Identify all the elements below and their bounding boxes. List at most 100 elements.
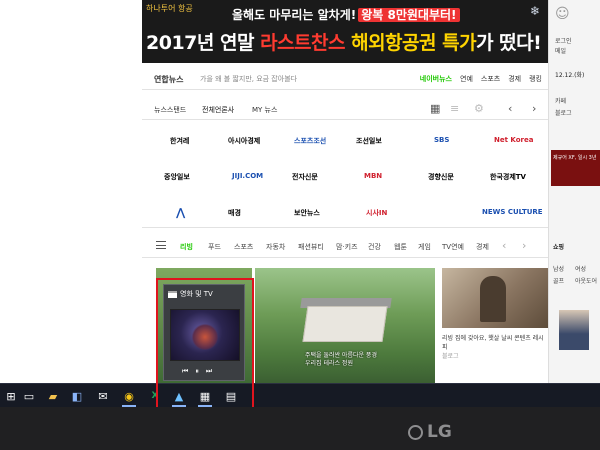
store-icon[interactable]: ◧: [68, 388, 86, 404]
tab-cars[interactable]: 자동차: [266, 242, 285, 252]
logo-sports-chosun[interactable]: 스포츠조선: [294, 136, 326, 146]
ticker-links: 네이버뉴스 연예 스포츠 경제 랭킹: [420, 74, 542, 84]
newsstand-logos: 한겨레 아시아경제 스포츠조선 조선일보 SBS Net Korea 중앙일보 …: [142, 122, 548, 228]
person-figure: [480, 276, 506, 322]
ticker-headline[interactable]: 가을 왜 볼 짧지만, 요금 잡아볼다: [200, 74, 297, 84]
prev-arrow-icon[interactable]: ‹: [508, 102, 512, 115]
windows-start-icon[interactable]: ⊞: [2, 388, 20, 404]
link-naver-news[interactable]: 네이버뉴스: [420, 74, 452, 84]
rc-ad-text: 제규어 XF, 일시 3년: [553, 155, 597, 161]
banner-line2: 2017년 연말 라스트찬스 해외항공권 특가가 떴다!: [146, 28, 542, 55]
logo-newsculture[interactable]: NEWS CULTURE: [482, 208, 543, 216]
tab-living[interactable]: 리빙: [180, 242, 193, 252]
rc-date: 12.12.(화): [555, 72, 585, 79]
logo-a-icon[interactable]: ⋀: [176, 206, 185, 219]
list-view-icon[interactable]: ≡: [450, 102, 459, 115]
rc-mail[interactable]: 메일: [555, 46, 566, 55]
newsstand-all-tab[interactable]: 전체언론사: [202, 105, 234, 115]
lg-logo: LG: [408, 422, 452, 442]
tab-fashion[interactable]: 패션뷰티: [298, 242, 324, 252]
link-sports[interactable]: 스포츠: [481, 74, 500, 84]
newsstand-label[interactable]: 뉴스스탠드: [154, 105, 186, 115]
tab-tv[interactable]: TV연예: [442, 242, 464, 252]
category-tabs: 리빙 푸드 스포츠 자동차 패션뷰티 맘·키즈 건강 웹툰 게임 TV연예 경제…: [142, 236, 548, 258]
logo-hankyoreh[interactable]: 한겨레: [170, 136, 189, 146]
tab-health[interactable]: 건강: [368, 242, 381, 252]
lg-circle-icon: [408, 424, 423, 440]
rc-shop-golf[interactable]: 골프: [553, 276, 564, 285]
banner-line1-highlight: 왕복 8만원대부터!: [358, 8, 460, 22]
tab-game[interactable]: 게임: [418, 242, 431, 252]
tab-webtoon[interactable]: 웹툰: [394, 242, 407, 252]
logo-mbn[interactable]: MBN: [364, 172, 382, 180]
settings-icon[interactable]: ⚙: [474, 102, 484, 115]
rc-shopping-image[interactable]: [559, 310, 589, 350]
logo-khan[interactable]: 경향신문: [428, 172, 454, 182]
link-entertainment[interactable]: 연예: [460, 74, 473, 84]
rc-shop-men[interactable]: 남성: [553, 264, 564, 273]
photo3-source: 블로그: [442, 353, 459, 360]
ticker-source[interactable]: 연합뉴스: [154, 74, 183, 85]
logo-chosun[interactable]: 조선일보: [356, 136, 382, 146]
logo-jiji[interactable]: JIJI.COM: [232, 172, 263, 180]
rc-blog[interactable]: 블로그: [555, 108, 572, 117]
tab-kids[interactable]: 맘·키즈: [336, 242, 358, 252]
lg-text: LG: [427, 422, 452, 442]
tabs-next-icon[interactable]: ›: [522, 239, 526, 252]
naver-homepage: 하나투어 항공 올해도 마무리는 알차게! 왕복 8만원대부터! 2017년 연말…: [0, 0, 548, 383]
logo-boannews[interactable]: 보안뉴스: [294, 208, 320, 218]
logo-asiae[interactable]: 아시아경제: [228, 136, 260, 146]
windows-taskbar: ⊞ ▭ ▰ ◧ ✉ ◉ X ▲ ▦ ▤: [0, 383, 600, 407]
photo2-caption-line2: 우리집 테라스 정원: [305, 360, 353, 368]
banner-brand: 하나투어 항공: [146, 4, 193, 13]
logo-netkorea[interactable]: Net Korea: [494, 136, 533, 144]
tab-sports[interactable]: 스포츠: [234, 242, 253, 252]
banner-line1-text: 올해도 마무리는 알차게!: [232, 8, 357, 22]
banner-line2-b: 라스트찬스: [260, 32, 345, 54]
snowflake-icon: ❄: [529, 4, 540, 18]
tabs-prev-icon[interactable]: ‹: [502, 239, 506, 252]
chrome-icon[interactable]: ◉: [120, 388, 138, 407]
logo-sbs[interactable]: SBS: [434, 136, 449, 144]
user-avatar-icon[interactable]: ☺: [555, 6, 570, 22]
banner-line1: 올해도 마무리는 알차게! 왕복 8만원대부터!: [232, 6, 462, 23]
link-ranking[interactable]: 랭킹: [529, 74, 542, 84]
photo2-caption: 주택을 둘러싼 아름다운 풍경 우리집 테라스 정원: [305, 352, 377, 369]
banner-line2-c: 해외항공권 특가: [351, 32, 477, 54]
banner-line2-a: 2017년 연말: [146, 32, 254, 54]
mail-icon[interactable]: ✉: [94, 388, 112, 404]
logo-wowtv[interactable]: 한국경제TV: [490, 172, 526, 182]
hamburger-menu-icon[interactable]: [156, 241, 166, 249]
monitor-screen: 하나투어 항공 올해도 마무리는 알차게! 왕복 8만원대부터! 2017년 연말…: [0, 0, 600, 383]
living-card-image-2[interactable]: 주택을 둘러싼 아름다운 풍경 우리집 테라스 정원: [255, 268, 435, 383]
tab-food[interactable]: 푸드: [208, 242, 221, 252]
file-explorer-icon[interactable]: ▰: [44, 388, 62, 404]
newsstand-header: 뉴스스탠드 전체언론사 MY 뉴스 ▦ ≡ ⚙ ‹ ›: [142, 100, 548, 120]
task-view-icon[interactable]: ▭: [20, 388, 38, 404]
next-arrow-icon[interactable]: ›: [532, 102, 536, 115]
logo-maekyung[interactable]: 매경: [228, 208, 241, 218]
right-column: ☺ 로그인 메일 12.12.(화) 카페 블로그 제규어 XF, 일시 3년 …: [548, 0, 600, 383]
house-shape: [302, 306, 388, 342]
logo-sisain[interactable]: 시사IN: [366, 208, 387, 218]
banner-line2-d: 가 떴다!: [476, 32, 542, 54]
ad-banner[interactable]: 하나투어 항공 올해도 마무리는 알차게! 왕복 8만원대부터! 2017년 연말…: [142, 0, 548, 63]
rc-cafe[interactable]: 카페: [555, 96, 566, 105]
living-card-image-3[interactable]: [442, 268, 548, 328]
rc-shopping[interactable]: 쇼핑: [553, 242, 564, 251]
logo-joongang[interactable]: 중앙일보: [164, 172, 190, 182]
monitor-bezel: LG: [0, 407, 600, 450]
logo-etnews[interactable]: 전자신문: [292, 172, 318, 182]
rc-login[interactable]: 로그인: [555, 36, 572, 45]
rc-shop-outdoor[interactable]: 아웃도어: [575, 276, 597, 285]
rc-car-ad[interactable]: 제규어 XF, 일시 3년: [551, 150, 600, 186]
newsstand-my-tab[interactable]: MY 뉴스: [252, 105, 277, 115]
photo3-caption-text: 리빙 집에 갖아요, 햇살 날씨 콘텐츠 레시피: [442, 335, 544, 351]
grid-view-icon[interactable]: ▦: [430, 102, 440, 115]
red-highlight-box: [156, 278, 254, 412]
photo3-caption[interactable]: 리빙 집에 갖아요, 햇살 날씨 콘텐츠 레시피 블로그: [442, 334, 548, 361]
rc-shop-women[interactable]: 여성: [575, 264, 586, 273]
tab-economy[interactable]: 경제: [476, 242, 489, 252]
news-ticker-bar: 연합뉴스 가을 왜 볼 짧지만, 요금 잡아볼다 네이버뉴스 연예 스포츠 경제…: [142, 70, 548, 90]
link-economy[interactable]: 경제: [508, 74, 521, 84]
